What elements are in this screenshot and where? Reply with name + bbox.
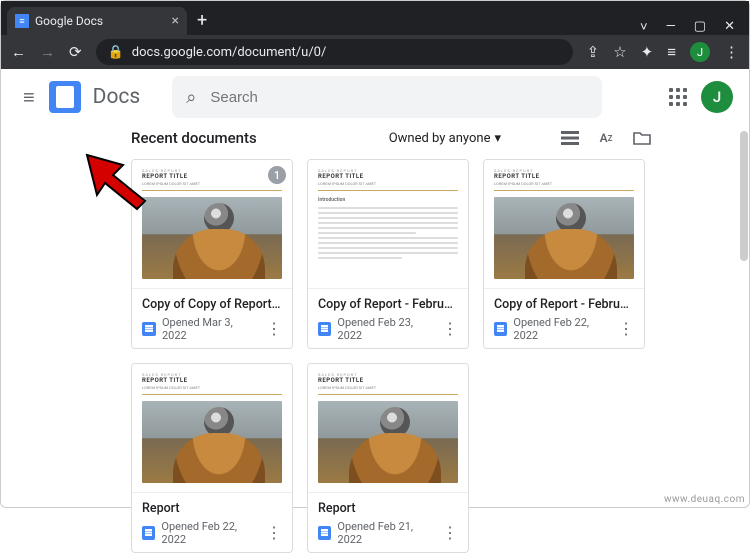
- more-options-icon[interactable]: ⋮: [442, 324, 458, 334]
- maximize-icon[interactable]: ▢: [694, 19, 706, 35]
- document-title: Copy of Report - Februar...: [318, 297, 458, 312]
- owner-filter[interactable]: Owned by anyone ▾: [389, 131, 501, 146]
- share-icon[interactable]: ⇪: [587, 43, 600, 61]
- google-apps-icon[interactable]: [669, 88, 687, 106]
- badge: 1: [268, 166, 286, 184]
- close-tab-icon[interactable]: ×: [172, 13, 179, 29]
- document-card[interactable]: SALES REPORT REPORT TITLE LOREM IPSUM DO…: [307, 363, 469, 553]
- browser-address-bar: ← → ⟳ 🔒 docs.google.com/document/u/0/ ⇪ …: [1, 35, 749, 69]
- more-options-icon[interactable]: ⋮: [266, 528, 282, 538]
- document-title: Report: [142, 501, 282, 516]
- recent-header-row: Recent documents Owned by anyone ▾ AZ: [131, 129, 651, 147]
- documents-grid: 1 SALES REPORT REPORT TITLE LOREM IPSUM …: [131, 159, 671, 553]
- document-card[interactable]: 1 SALES REPORT REPORT TITLE LOREM IPSUM …: [131, 159, 293, 349]
- close-window-icon[interactable]: ✕: [724, 19, 735, 35]
- list-view-icon[interactable]: [561, 131, 579, 145]
- document-title: Report: [318, 501, 458, 516]
- window-controls: ˅ — ▢ ✕: [640, 15, 749, 35]
- star-icon[interactable]: ☆: [613, 43, 626, 61]
- owner-filter-label: Owned by anyone: [389, 131, 491, 146]
- app-header: ≡ Docs ⌕ J: [1, 69, 749, 125]
- document-card[interactable]: SALES REPORT REPORT TITLE LOREM IPSUM DO…: [307, 159, 469, 349]
- opened-date: Opened Feb 21, 2022: [337, 520, 436, 546]
- scrollbar[interactable]: [740, 131, 748, 261]
- opened-date: Opened Feb 22, 2022: [161, 520, 260, 546]
- docs-file-icon: [142, 526, 155, 540]
- more-options-icon[interactable]: ⋮: [442, 528, 458, 538]
- document-card[interactable]: SALES REPORT REPORT TITLE LOREM IPSUM DO…: [131, 363, 293, 553]
- content-area: Recent documents Owned by anyone ▾ AZ 1 …: [1, 125, 749, 553]
- opened-date: Opened Mar 3, 2022: [162, 316, 260, 342]
- docs-file-icon: [318, 322, 331, 336]
- docs-file-icon: [494, 322, 507, 336]
- search-box[interactable]: ⌕: [172, 76, 602, 118]
- new-tab-button[interactable]: +: [187, 10, 217, 35]
- back-icon[interactable]: ←: [11, 43, 26, 61]
- document-title: Copy of Copy of Report - ...: [142, 297, 282, 312]
- url-box[interactable]: 🔒 docs.google.com/document/u/0/: [96, 39, 573, 65]
- docs-logo[interactable]: [49, 81, 81, 113]
- browser-profile-avatar[interactable]: J: [690, 42, 710, 62]
- docs-file-icon: [142, 322, 156, 336]
- opened-date: Opened Feb 22, 2022: [513, 316, 612, 342]
- document-card[interactable]: SALES REPORT REPORT TITLE LOREM IPSUM DO…: [483, 159, 645, 349]
- url-text: docs.google.com/document/u/0/: [132, 45, 327, 60]
- reading-list-icon[interactable]: ≡: [667, 43, 676, 61]
- document-title: Copy of Report - Februar...: [494, 297, 634, 312]
- opened-date: Opened Feb 23, 2022: [337, 316, 436, 342]
- chevron-down-icon[interactable]: ˅: [640, 19, 648, 35]
- app-name: Docs: [93, 85, 141, 109]
- recent-documents-label: Recent documents: [131, 129, 257, 147]
- kebab-menu-icon[interactable]: ⋮: [724, 43, 739, 61]
- browser-tab[interactable]: ≡ Google Docs ×: [7, 7, 187, 35]
- watermark: www.deuaq.com: [664, 494, 745, 505]
- document-thumbnail: SALES REPORT REPORT TITLE LOREM IPSUM DO…: [308, 160, 468, 288]
- more-options-icon[interactable]: ⋮: [266, 324, 282, 334]
- folder-icon[interactable]: [633, 131, 651, 145]
- document-thumbnail: SALES REPORT REPORT TITLE LOREM IPSUM DO…: [132, 364, 292, 492]
- search-input[interactable]: [208, 88, 588, 107]
- forward-icon[interactable]: →: [40, 43, 55, 61]
- docs-favicon: ≡: [15, 14, 29, 28]
- docs-file-icon: [318, 526, 331, 540]
- main-menu-icon[interactable]: ≡: [17, 79, 41, 116]
- document-thumbnail: SALES REPORT REPORT TITLE LOREM IPSUM DO…: [308, 364, 468, 492]
- tab-title: Google Docs: [35, 14, 103, 28]
- extensions-icon[interactable]: ✦: [641, 43, 654, 61]
- document-thumbnail: 1 SALES REPORT REPORT TITLE LOREM IPSUM …: [132, 160, 292, 288]
- minimize-icon[interactable]: —: [666, 19, 676, 35]
- more-options-icon[interactable]: ⋮: [618, 324, 634, 334]
- profile-avatar[interactable]: J: [701, 81, 733, 113]
- document-thumbnail: SALES REPORT REPORT TITLE LOREM IPSUM DO…: [484, 160, 644, 288]
- search-icon: ⌕: [186, 87, 196, 108]
- browser-tab-bar: ≡ Google Docs × + ˅ — ▢ ✕: [1, 1, 749, 35]
- sort-az-icon[interactable]: AZ: [597, 131, 615, 145]
- reload-icon[interactable]: ⟳: [69, 43, 82, 61]
- lock-icon: 🔒: [108, 45, 124, 60]
- caret-down-icon: ▾: [494, 131, 501, 146]
